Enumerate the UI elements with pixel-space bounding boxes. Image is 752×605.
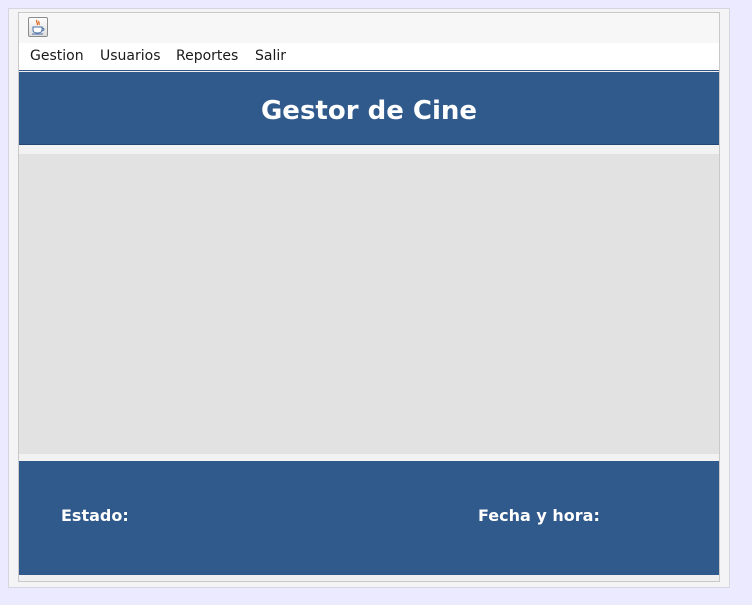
header-panel: Gestor de Cine (19, 72, 719, 145)
status-panel: Estado: Fecha y hora: (19, 461, 719, 575)
separator (19, 454, 719, 461)
menu-salir[interactable]: Salir (255, 48, 286, 64)
menu-bar: Gestion Usuarios Reportes Salir (19, 43, 719, 71)
estado-label: Estado: (61, 506, 129, 525)
app-window: Gestion Usuarios Reportes Salir Gestor d… (18, 12, 720, 582)
java-coffee-icon[interactable] (28, 17, 48, 37)
fecha-hora-label: Fecha y hora: (478, 506, 600, 525)
menu-gestion[interactable]: Gestion (30, 48, 84, 64)
menu-reportes[interactable]: Reportes (176, 48, 238, 64)
window-bottom-edge (19, 575, 719, 581)
menu-usuarios[interactable]: Usuarios (100, 48, 161, 64)
title-bar (19, 13, 719, 43)
page-title: Gestor de Cine (260, 96, 478, 126)
content-panel (19, 154, 719, 454)
separator (19, 145, 719, 154)
